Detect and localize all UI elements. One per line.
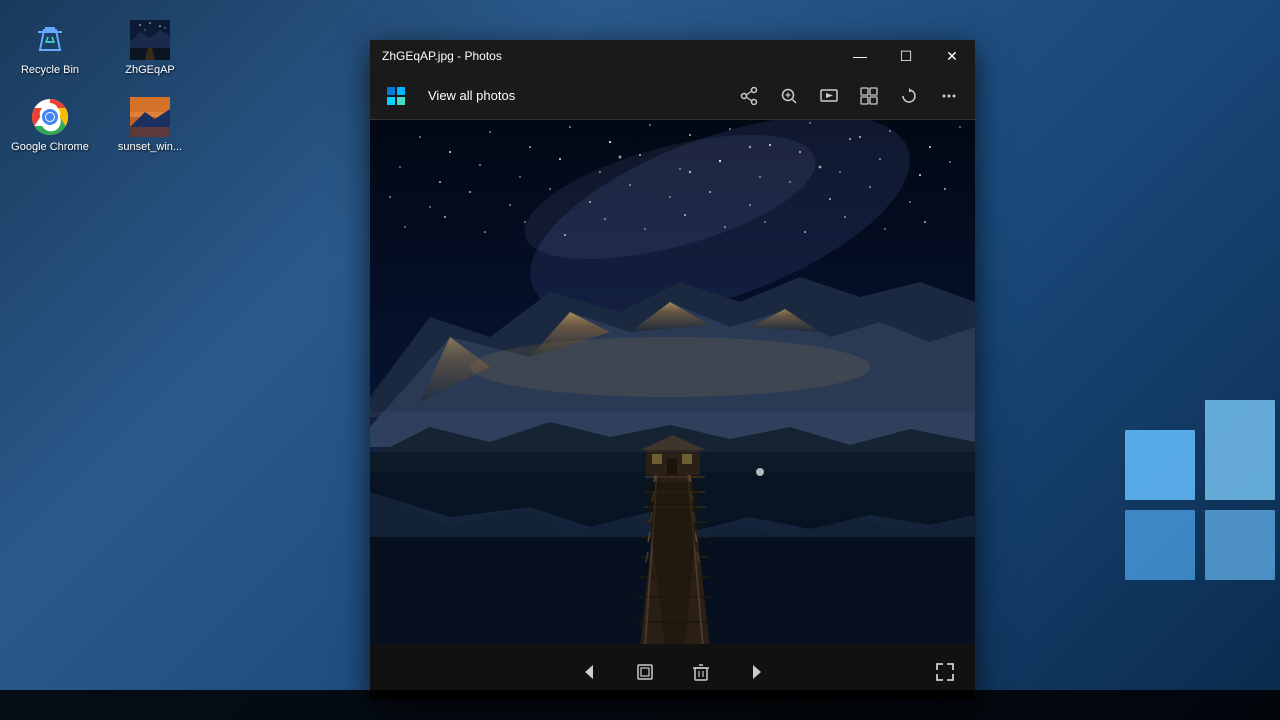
previous-button[interactable]	[571, 654, 607, 690]
toolbar: View all photos	[370, 72, 975, 120]
recycle-bin-label: Recycle Bin	[21, 64, 79, 77]
delete-button[interactable]	[683, 654, 719, 690]
enhance-button[interactable]	[851, 78, 887, 114]
recycle-bin-image	[30, 20, 70, 60]
google-chrome-icon[interactable]: Google Chrome	[10, 97, 90, 154]
share-button[interactable]	[731, 78, 767, 114]
title-bar-controls: — ☐ ✕	[837, 40, 975, 72]
next-button[interactable]	[739, 654, 775, 690]
maximize-button[interactable]: ☐	[883, 40, 929, 72]
close-button[interactable]: ✕	[929, 40, 975, 72]
desktop: Recycle Bin Google Chrome	[0, 0, 1280, 720]
photo-scene	[370, 120, 975, 644]
title-bar: ZhGEqAP.jpg - Photos — ☐ ✕	[370, 40, 975, 72]
zhgeqap-icon[interactable]: ZhGEqAP	[110, 20, 190, 77]
zhgeqap-label: ZhGEqAP	[125, 64, 175, 77]
photo-display-area	[370, 120, 975, 644]
view-all-label: View all photos	[428, 88, 515, 103]
photos-window: ZhGEqAP.jpg - Photos — ☐ ✕	[370, 40, 975, 700]
rotate-button[interactable]	[891, 78, 927, 114]
chrome-image	[30, 97, 70, 137]
slideshow-button[interactable]	[811, 78, 847, 114]
zhgeqap-image	[130, 20, 170, 60]
desktop-icons-column2: ZhGEqAP sunset_win...	[100, 10, 200, 164]
zoom-button[interactable]	[771, 78, 807, 114]
window-title: ZhGEqAP.jpg - Photos	[382, 49, 502, 63]
edit-button[interactable]	[627, 654, 663, 690]
sunset-win-icon[interactable]: sunset_win...	[110, 97, 190, 154]
more-button[interactable]	[931, 78, 967, 114]
sunset-label: sunset_win...	[118, 141, 182, 154]
toolbar-right	[731, 78, 967, 114]
view-all-photos-button[interactable]: View all photos	[420, 84, 523, 107]
minimize-button[interactable]: —	[837, 40, 883, 72]
recycle-bin-icon[interactable]: Recycle Bin	[10, 20, 90, 77]
desktop-icons-column1: Recycle Bin Google Chrome	[0, 10, 100, 164]
chrome-label: Google Chrome	[11, 141, 89, 154]
photos-app-icon-button[interactable]	[378, 78, 414, 114]
bottom-controls	[571, 654, 775, 690]
windows-logo	[1120, 370, 1280, 690]
sunset-image	[130, 97, 170, 137]
toolbar-left: View all photos	[378, 78, 731, 114]
taskbar	[0, 690, 1280, 720]
fullscreen-button[interactable]	[927, 654, 963, 690]
